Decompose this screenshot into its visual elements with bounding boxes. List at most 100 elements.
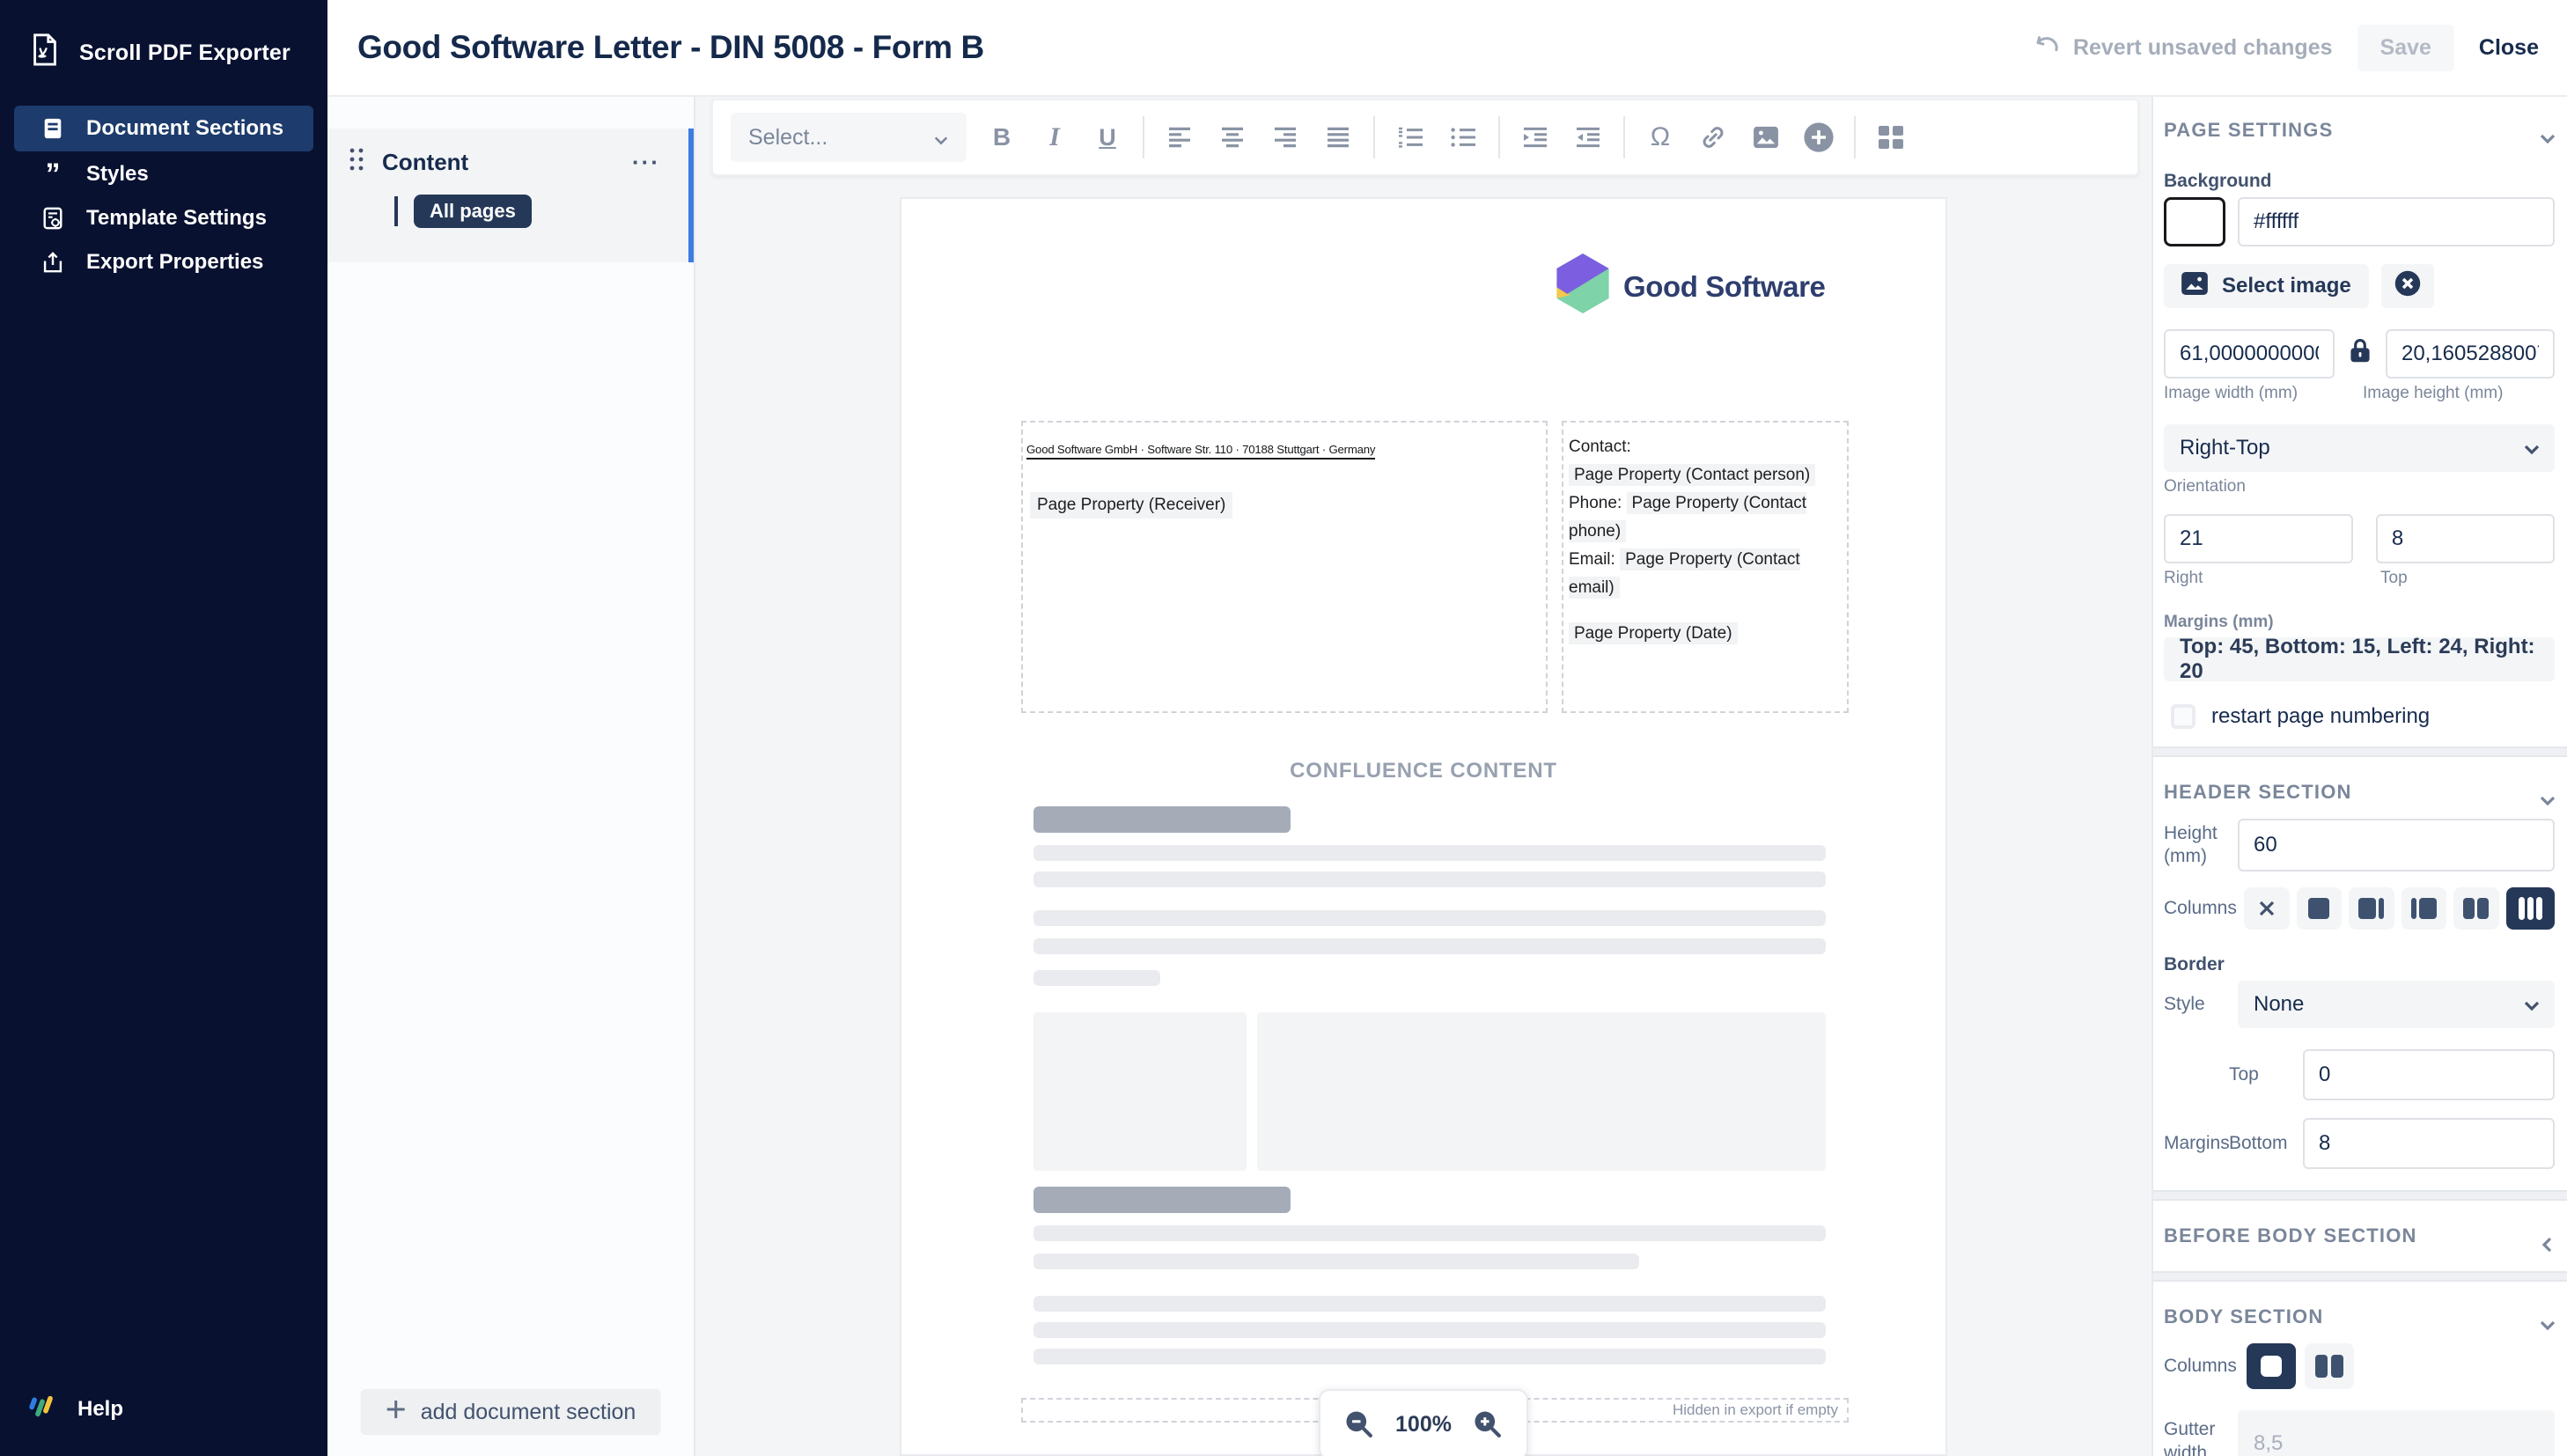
image-icon[interactable] <box>1743 114 1789 160</box>
add-document-section-button[interactable]: add document section <box>361 1389 661 1435</box>
columns-three-button[interactable] <box>2506 887 2555 930</box>
content-section-card[interactable]: Content ··· All pages <box>327 129 694 262</box>
close-button[interactable]: Close <box>2479 35 2539 61</box>
letter-preview-page: Good Software Good Software GmbH · Softw… <box>900 197 1947 1456</box>
section-divider <box>2153 746 2567 757</box>
select-image-button[interactable]: Select image <box>2164 264 2369 308</box>
indent-icon[interactable] <box>1512 114 1558 160</box>
body-columns-two-button[interactable] <box>2305 1343 2354 1389</box>
image-position-select[interactable]: Right-Top <box>2164 424 2555 472</box>
sender-address-line: Good Software GmbH · Software Str. 110 ·… <box>1026 443 1375 460</box>
lock-aspect-icon[interactable] <box>2349 337 2372 371</box>
revert-unsaved-changes-button[interactable]: Revert unsaved changes <box>2033 33 2333 63</box>
sidebar-item-styles[interactable]: ” Styles <box>14 153 313 195</box>
offset-top-input[interactable] <box>2376 514 2555 563</box>
content-placeholder-box <box>1257 1012 1826 1171</box>
bold-button[interactable]: B <box>979 114 1025 160</box>
content-placeholder-bar <box>1033 938 1826 954</box>
company-logo: Good Software <box>1556 254 1825 320</box>
app-logo: Scroll PDF Exporter <box>0 0 327 77</box>
document-sections-panel: Content ··· All pages add document secti… <box>327 97 695 1456</box>
columns-label: Columns <box>2164 898 2237 919</box>
sidebar-menu: Document Sections ” Styles Template Sett… <box>0 106 327 283</box>
sidebar-item-label: Export Properties <box>86 250 263 275</box>
border-style-value: None <box>2254 992 2304 1017</box>
gutter-width-input[interactable]: 8,5 <box>2238 1410 2555 1456</box>
letterhead-contact-box[interactable]: Contact: Page Property (Contact person) … <box>1562 421 1849 713</box>
content-placeholder-bar <box>1033 1322 1826 1338</box>
height-label: Height (mm) <box>2164 822 2238 869</box>
company-logo-text: Good Software <box>1623 270 1825 304</box>
section-divider <box>2153 1190 2567 1201</box>
scope-tick <box>394 196 398 226</box>
sidebar-item-template-settings[interactable]: Template Settings <box>14 197 313 239</box>
italic-button[interactable]: I <box>1032 114 1078 160</box>
footer-note: Hidden in export if empty <box>1673 1401 1838 1418</box>
remove-image-button[interactable] <box>2381 264 2434 308</box>
body-section-header[interactable]: BODY SECTION <box>2164 1291 2555 1343</box>
image-width-input[interactable] <box>2164 329 2335 379</box>
background-color-swatch[interactable] <box>2164 197 2225 246</box>
app-sidebar: Scroll PDF Exporter Document Sections ” … <box>0 0 327 1456</box>
sidebar-item-label: Styles <box>86 162 149 187</box>
editor-canvas: Select... B I U <box>695 97 2151 1456</box>
help-label: Help <box>77 1397 123 1422</box>
receiver-placeholder[interactable]: Page Property (Receiver) <box>1030 492 1232 518</box>
unordered-list-icon[interactable] <box>1440 114 1486 160</box>
restart-page-numbering-label: restart page numbering <box>2211 704 2430 729</box>
content-placeholder-bar <box>1033 806 1291 833</box>
special-character-button[interactable]: Ω <box>1637 114 1683 160</box>
columns-one-button[interactable] <box>2297 887 2342 930</box>
page-settings-header[interactable]: PAGE SETTINGS <box>2164 104 2555 157</box>
paragraph-style-select[interactable]: Select... <box>731 113 967 162</box>
align-center-icon[interactable] <box>1210 114 1255 160</box>
align-left-icon[interactable] <box>1157 114 1203 160</box>
columns-main-right-button[interactable] <box>2349 887 2394 930</box>
body-columns-label: Columns <box>2164 1356 2238 1377</box>
header-height-input[interactable] <box>2238 819 2555 871</box>
border-style-select[interactable]: None <box>2238 981 2555 1028</box>
date-placeholder[interactable]: Page Property (Date) <box>1569 622 1738 644</box>
header-margin-bottom-input[interactable] <box>2303 1118 2555 1169</box>
margins-group-label: Margins <box>2164 1133 2229 1154</box>
add-section-label: add document section <box>421 1400 636 1425</box>
more-menu-icon[interactable]: ··· <box>632 149 660 176</box>
save-button[interactable]: Save <box>2357 25 2454 71</box>
drag-handle-icon[interactable] <box>349 146 364 179</box>
sidebar-item-document-sections[interactable]: Document Sections <box>14 106 313 151</box>
template-title: Good Software Letter - DIN 5008 - Form B <box>357 29 984 66</box>
table-icon[interactable] <box>1868 114 1914 160</box>
zoom-out-icon[interactable] <box>1344 1409 1374 1439</box>
align-justify-icon[interactable] <box>1315 114 1361 160</box>
margins-field[interactable]: Top: 45, Bottom: 15, Left: 24, Right: 20 <box>2164 637 2555 681</box>
align-right-icon[interactable] <box>1262 114 1308 160</box>
contact-person-placeholder[interactable]: Page Property (Contact person) <box>1569 464 1815 486</box>
columns-left-main-button[interactable] <box>2402 887 2446 930</box>
background-color-input[interactable] <box>2238 197 2555 246</box>
restart-page-numbering-checkbox[interactable] <box>2171 704 2196 729</box>
top-header: Good Software Letter - DIN 5008 - Form B… <box>327 0 2567 97</box>
content-placeholder-bar <box>1033 1254 1639 1269</box>
sidebar-item-export-properties[interactable]: Export Properties <box>14 241 313 283</box>
zoom-in-icon[interactable] <box>1473 1409 1503 1439</box>
before-body-section-header[interactable]: BEFORE BODY SECTION <box>2164 1210 2555 1262</box>
orientation-label: Orientation <box>2164 477 2555 496</box>
section-divider <box>2153 1271 2567 1282</box>
header-section-header[interactable]: HEADER SECTION <box>2164 766 2555 819</box>
underline-button[interactable]: U <box>1085 114 1130 160</box>
add-macro-icon[interactable] <box>1796 114 1842 160</box>
offset-right-input[interactable] <box>2164 514 2353 563</box>
columns-none-button[interactable] <box>2244 887 2289 930</box>
link-icon[interactable] <box>1690 114 1736 160</box>
plus-icon <box>386 1399 407 1426</box>
gutter-width-value: 8,5 <box>2254 1431 2283 1456</box>
letterhead-receiver-box[interactable]: Good Software GmbH · Software Str. 110 ·… <box>1021 421 1548 713</box>
header-margin-top-input[interactable] <box>2303 1049 2555 1100</box>
body-columns-one-button[interactable] <box>2247 1343 2296 1389</box>
outdent-icon[interactable] <box>1565 114 1611 160</box>
image-height-input[interactable] <box>2386 329 2555 379</box>
ordered-list-icon[interactable] <box>1387 114 1433 160</box>
help-button[interactable]: Help <box>0 1391 327 1456</box>
style-label: Style <box>2164 994 2238 1015</box>
columns-two-button[interactable] <box>2453 887 2498 930</box>
